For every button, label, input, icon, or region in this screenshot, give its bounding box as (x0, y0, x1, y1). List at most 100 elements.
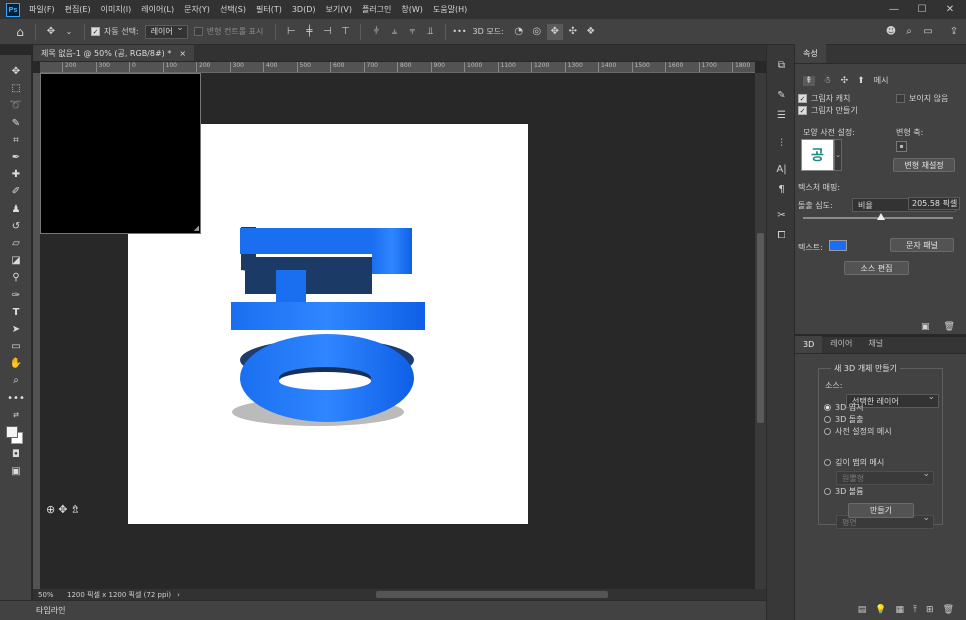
move-tool-icon[interactable]: ✥ (43, 24, 59, 40)
align-top-icon[interactable]: ⊤ (337, 24, 353, 40)
tab-channels[interactable]: 채널 (860, 334, 891, 353)
radio-3d-volume[interactable] (824, 488, 831, 495)
pen-tool-icon[interactable]: ✑ (0, 286, 32, 303)
light-icon[interactable]: 💡 (875, 605, 886, 615)
distribute-height-icon[interactable]: ⫫ (422, 24, 438, 40)
preset-mesh-dropdown[interactable]: 원뿔형 (836, 469, 934, 485)
menu-type[interactable]: 문자(Y) (179, 4, 215, 15)
slider-thumb[interactable] (877, 213, 885, 220)
text-color-swatch[interactable] (829, 240, 847, 251)
more-tools-icon[interactable]: ••• (0, 390, 32, 407)
distribute-bottom-icon[interactable]: ⫧ (404, 24, 420, 40)
close-window-button[interactable]: ✕ (936, 0, 964, 19)
status-arrow-icon[interactable]: › (177, 591, 180, 599)
vertical-scrollbar[interactable] (755, 73, 766, 589)
more-options-button[interactable]: ••• (452, 27, 466, 36)
healing-tool-icon[interactable]: ✚ (0, 166, 32, 183)
color-swatches[interactable] (0, 424, 32, 446)
menu-edit[interactable]: 편집(E) (60, 4, 96, 15)
deform-filter-icon[interactable]: ☃ (824, 76, 832, 86)
rectangle-tool-icon[interactable]: ▭ (0, 338, 32, 355)
align-right-icon[interactable]: ⊣ (319, 24, 335, 40)
adjustments-icon[interactable]: ☰ (767, 105, 796, 125)
glyphs-icon[interactable]: ⧠ (767, 225, 796, 245)
zoom-level[interactable]: 50% (38, 591, 65, 599)
chevron-down-icon[interactable]: ⌄ (61, 24, 77, 40)
distribute-top-icon[interactable]: ⫩ (368, 24, 384, 40)
delete-icon[interactable]: 🗑 (943, 605, 954, 615)
menu-image[interactable]: 이미지(I) (96, 4, 137, 15)
eyedropper-tool-icon[interactable]: ✒ (0, 149, 32, 166)
extrude-depth-input[interactable]: 205.58 픽셀 (908, 197, 960, 210)
foreground-color-swatch[interactable] (6, 425, 18, 438)
menu-help[interactable]: 도움말(H) (428, 4, 472, 15)
slide-3d-icon[interactable]: ✣ (565, 24, 581, 40)
tools-preset-icon[interactable]: ✂ (767, 205, 796, 225)
lasso-tool-icon[interactable]: ➰ (0, 97, 32, 114)
menu-layer[interactable]: 레이어(L) (136, 4, 179, 15)
libraries-icon[interactable]: ⫶ (767, 133, 796, 153)
brush-tool-icon[interactable]: ✐ (0, 183, 32, 200)
extrude-depth-slider[interactable] (803, 213, 953, 220)
delete-icon[interactable]: 🗑 (944, 322, 955, 332)
type-tool-icon[interactable]: T (0, 304, 32, 321)
scale-3d-icon[interactable]: ❖ (583, 24, 599, 40)
radio-3d-postcard[interactable] (824, 404, 831, 411)
radio-3d-extrusion[interactable] (824, 416, 831, 423)
stamp-tool-icon[interactable]: ♟ (0, 201, 32, 218)
swap-colors-icon[interactable]: ⇄ (0, 407, 32, 424)
move-tool-icon[interactable]: ✥ (0, 63, 32, 80)
radio-mesh-preset[interactable] (824, 428, 831, 435)
share-icon[interactable]: ⇪ (946, 24, 962, 40)
radio-depth-map-mesh[interactable] (824, 459, 831, 466)
reset-deform-button[interactable]: 변형 재설정 (893, 158, 955, 172)
gradient-tool-icon[interactable]: ◪ (0, 252, 32, 269)
edit-source-button[interactable]: 소스 편집 (844, 261, 909, 275)
menu-plugins[interactable]: 플러그인 (357, 4, 396, 15)
catch-shadow-checkbox[interactable]: ✓ (798, 94, 807, 103)
auto-select-checkbox[interactable]: ✓ (91, 27, 100, 36)
navigator-preview[interactable]: ◢ (40, 73, 201, 234)
quick-mask-icon[interactable]: ◘ (0, 446, 32, 463)
marquee-tool-icon[interactable]: ⬚ (0, 80, 32, 97)
shape-preset-thumbnail[interactable]: 공 (801, 139, 834, 171)
add-icon[interactable]: ⊞ (926, 605, 934, 615)
resize-grip-icon[interactable]: ◢ (194, 224, 199, 232)
user-icon[interactable]: ☻ (883, 24, 899, 40)
deform-axis-widget[interactable]: ▪ (896, 141, 907, 152)
hand-tool-icon[interactable]: ✋ (0, 355, 32, 372)
timeline-tab[interactable]: 타임라인 (36, 605, 65, 616)
pan-3d-icon[interactable]: ✥ (546, 23, 563, 40)
menu-filter[interactable]: 필터(T) (251, 4, 287, 15)
dodge-tool-icon[interactable]: ⚲ (0, 269, 32, 286)
menu-view[interactable]: 보기(V) (321, 4, 357, 15)
render-icon[interactable]: ▣ (921, 322, 930, 332)
distribute-middle-icon[interactable]: ⫨ (386, 24, 402, 40)
paragraph-icon[interactable]: ¶ (767, 179, 796, 199)
invisible-checkbox[interactable] (896, 94, 905, 103)
chevron-down-icon[interactable]: ⌄ (834, 139, 842, 171)
align-left-icon[interactable]: ⊢ (283, 24, 299, 40)
canvas-area[interactable]: 공 ◢ ⊕✥⇯ (40, 73, 755, 589)
character-icon[interactable]: A| (767, 159, 796, 179)
workspace-icon[interactable]: ▭ (920, 24, 936, 40)
export-icon[interactable]: ⤒ (913, 605, 917, 615)
pan-icon[interactable]: ✥ (58, 503, 67, 516)
screen-mode-icon[interactable]: ▣ (0, 463, 32, 480)
tab-layers[interactable]: 레이어 (822, 334, 860, 353)
orbit-3d-icon[interactable]: ◔ (511, 24, 527, 40)
document-tab[interactable]: 제목 없음-1 @ 50% (공, RGB/8#) * × (33, 45, 195, 61)
3d-axis-widget[interactable]: ⊕ ✥ ⇯ (46, 503, 80, 516)
crop-tool-icon[interactable]: ⌗ (0, 132, 32, 149)
home-icon[interactable]: ⌂ (12, 24, 28, 40)
cap-filter-icon[interactable]: ⬆ (857, 76, 865, 86)
menu-3d[interactable]: 3D(D) (287, 5, 321, 14)
material-filter-icon[interactable]: ✣ (841, 76, 849, 86)
transform-controls-checkbox[interactable] (193, 27, 203, 36)
zoom-tool-icon[interactable]: ⌕ (0, 372, 32, 389)
history-brush-icon[interactable]: ↺ (0, 218, 32, 235)
search-icon[interactable]: ⌕ (901, 24, 917, 40)
close-tab-icon[interactable]: × (179, 49, 186, 58)
filter-icon[interactable]: ▤ (858, 605, 867, 615)
tab-properties[interactable]: 속성 (795, 44, 826, 63)
